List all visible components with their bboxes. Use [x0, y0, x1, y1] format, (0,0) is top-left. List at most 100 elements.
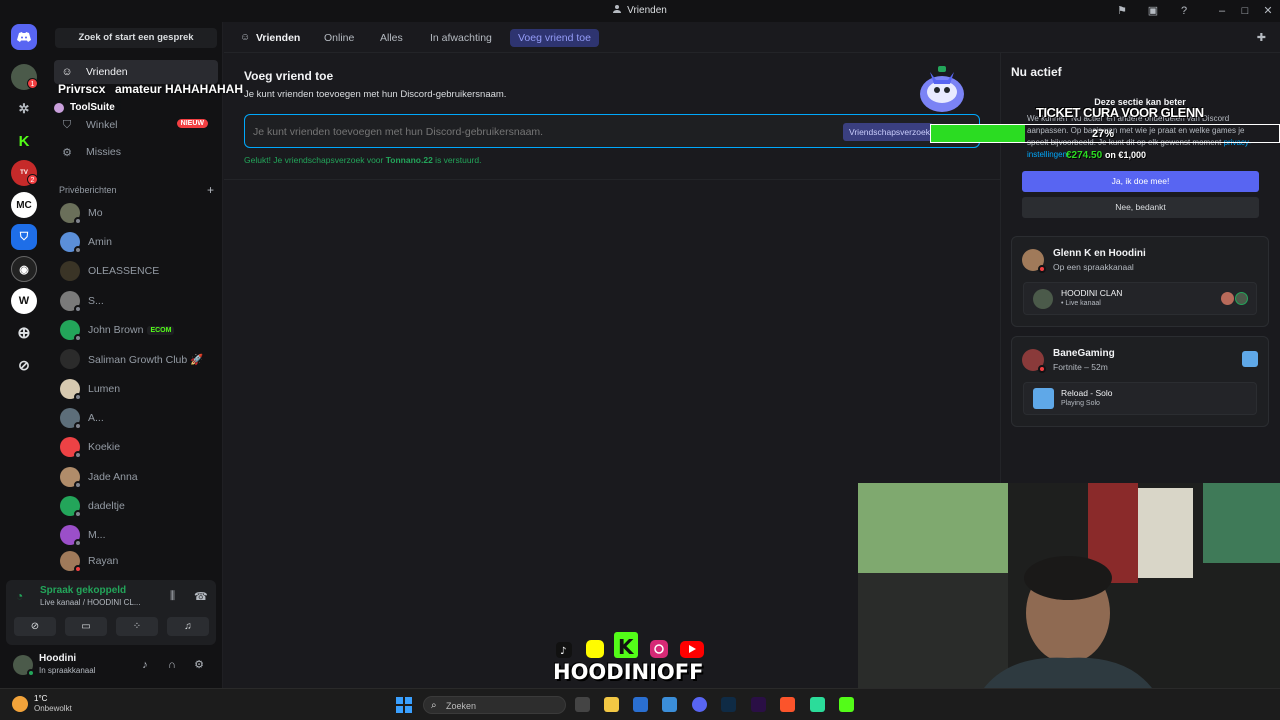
new-badge: NIEUW	[176, 119, 208, 128]
voice-channel-name[interactable]: Live kanaal / HOODINI CL...	[40, 598, 140, 607]
avatar	[60, 320, 82, 342]
file-explorer-icon[interactable]	[604, 697, 619, 712]
active-now-card[interactable]: Glenn K en Hoodini Op een spraakkanaal H…	[1011, 236, 1269, 327]
store-icon[interactable]	[633, 697, 648, 712]
tab-add-friend[interactable]: Voeg vriend toe	[510, 29, 599, 47]
svg-text:♪: ♪	[560, 646, 566, 657]
minimize-icon[interactable]: –	[1215, 4, 1229, 18]
nav-shop[interactable]: ⛉ Winkel NIEUW	[54, 113, 218, 137]
noise-suppression-icon[interactable]: ⫼	[170, 590, 175, 603]
search-conversation-button[interactable]: Zoek of start een gesprek	[55, 28, 217, 48]
opt-in-button[interactable]: Ja, ik doe mee!	[1022, 171, 1259, 192]
card-subtitle: Fortnite – 52m	[1053, 362, 1108, 372]
weather-temperature: 1°C	[34, 694, 48, 703]
dm-item[interactable]: M...	[54, 522, 218, 548]
brave-icon[interactable]	[780, 697, 795, 712]
donation-current: €274.50	[1066, 150, 1103, 161]
mic-icon[interactable]: ♪	[138, 658, 152, 672]
game-mode: Reload - Solo	[1061, 388, 1113, 398]
dm-item[interactable]: John Brown ECOM	[54, 317, 218, 343]
edge-icon[interactable]	[662, 697, 677, 712]
create-dm-plus-icon[interactable]: +	[207, 183, 214, 197]
user-name: Hoodini	[39, 653, 77, 664]
dm-item[interactable]: Jade Anna	[54, 464, 218, 490]
tab-pending[interactable]: In afwachting	[422, 29, 500, 47]
disconnect-icon[interactable]: ☎	[194, 590, 208, 603]
server-tooltip: ToolSuite	[50, 99, 121, 116]
status-dot	[1038, 265, 1046, 273]
inbox-icon[interactable]: ▣	[1146, 4, 1160, 18]
dm-item[interactable]: Rayan	[54, 548, 218, 574]
dm-item[interactable]: Mo	[54, 200, 218, 226]
server-shop-icon[interactable]: ⛉	[11, 224, 37, 250]
game-activity-row[interactable]: Reload - Solo Playing Solo	[1023, 382, 1257, 415]
status-dot	[74, 334, 82, 342]
search-icon: ⌕	[431, 700, 437, 711]
windows-start-icon[interactable]	[396, 697, 412, 713]
add-friend-input[interactable]	[253, 123, 813, 141]
dm-item[interactable]: A...	[54, 405, 218, 431]
window-title-wrap: Vrienden	[0, 4, 1280, 16]
dm-item[interactable]: S...	[54, 288, 218, 314]
dm-item[interactable]: dadeltje	[54, 493, 218, 519]
dm-item[interactable]: Lumen	[54, 376, 218, 402]
activities-button[interactable]: ⁘	[116, 617, 158, 636]
kick-taskbar-icon[interactable]	[839, 697, 854, 712]
active-now-card[interactable]: BaneGaming Fortnite – 52m Reload - Solo …	[1011, 336, 1269, 427]
opt-out-button[interactable]: Nee, bedankt	[1022, 197, 1259, 218]
tools-icon[interactable]: ✲	[11, 96, 37, 122]
camera-off-button[interactable]: ⊘	[14, 617, 56, 636]
dm-item[interactable]: Amin	[54, 229, 218, 255]
discord-taskbar-icon[interactable]	[692, 697, 707, 712]
dm-item[interactable]: OLEASSENCE	[54, 258, 218, 284]
dm-item[interactable]: Koekie	[54, 434, 218, 460]
success-suffix: is verstuurd.	[432, 155, 482, 165]
avatar	[60, 349, 80, 369]
avatar	[60, 437, 82, 459]
add-server-icon[interactable]: ⊕	[11, 320, 37, 346]
new-group-dm-icon[interactable]: ✚	[1257, 31, 1266, 44]
soundboard-button[interactable]: ♫	[167, 617, 209, 636]
game-state: Playing Solo	[1061, 400, 1100, 407]
instagram-icon	[650, 640, 668, 658]
card-title: Glenn K en Hoodini	[1053, 248, 1146, 259]
card-avatar	[1022, 249, 1046, 273]
taskbar-search[interactable]: ⌕ Zoeken	[423, 696, 566, 714]
tiktok-icon: ♪	[556, 642, 572, 658]
dm-item[interactable]: Saliman Growth Club 🚀	[54, 346, 218, 372]
kick-server-icon[interactable]: K	[11, 128, 37, 154]
help-icon[interactable]: ?	[1177, 4, 1191, 18]
dm-header-label: Privéberichten	[59, 185, 117, 195]
close-icon[interactable]: ✕	[1261, 4, 1275, 18]
screen-share-button[interactable]: ▭	[65, 617, 107, 636]
premiere-icon[interactable]	[751, 697, 766, 712]
server-mc-icon[interactable]: MC	[11, 192, 37, 218]
avatar	[60, 408, 82, 430]
nav-friends[interactable]: ☺ Vrienden	[54, 60, 218, 84]
status-dot	[74, 305, 82, 313]
send-friend-request-button[interactable]: Vriendschapsverzoek	[843, 123, 933, 141]
user-avatar[interactable]	[13, 655, 35, 677]
settings-gear-icon[interactable]: ⚙	[192, 658, 206, 672]
server-avatar-circle[interactable]: ◉	[11, 256, 37, 282]
dm-name: dadeltje	[88, 500, 125, 512]
headphones-icon[interactable]: ∩	[165, 658, 179, 672]
app-icon[interactable]	[810, 697, 825, 712]
request-success-message: Gelukt! Je vriendschapsverzoek voor Tonn…	[244, 155, 481, 165]
inbox-flag-icon[interactable]: ⚑	[1115, 4, 1129, 18]
maximize-icon[interactable]: □	[1238, 4, 1252, 18]
dm-name: M...	[88, 529, 106, 541]
tooltip-server-icon	[54, 102, 64, 113]
social-icons: ♪ K	[556, 632, 704, 659]
os-taskbar: 1°C Onbewolkt ⌕ Zoeken	[0, 688, 1280, 720]
nav-quests[interactable]: ⚙ Missies	[54, 140, 218, 164]
photoshop-icon[interactable]	[721, 697, 736, 712]
server-avatar-tw[interactable]: W	[11, 288, 37, 314]
webcam-image	[858, 483, 1280, 720]
tab-online[interactable]: Online	[316, 29, 362, 47]
discover-icon[interactable]: ⊘	[11, 352, 37, 378]
task-view-icon[interactable]	[575, 697, 590, 712]
voice-channel-row[interactable]: HOODINI CLAN • Live kanaal	[1023, 282, 1257, 315]
home-discord-icon[interactable]	[11, 24, 37, 50]
tab-all[interactable]: Alles	[372, 29, 411, 47]
